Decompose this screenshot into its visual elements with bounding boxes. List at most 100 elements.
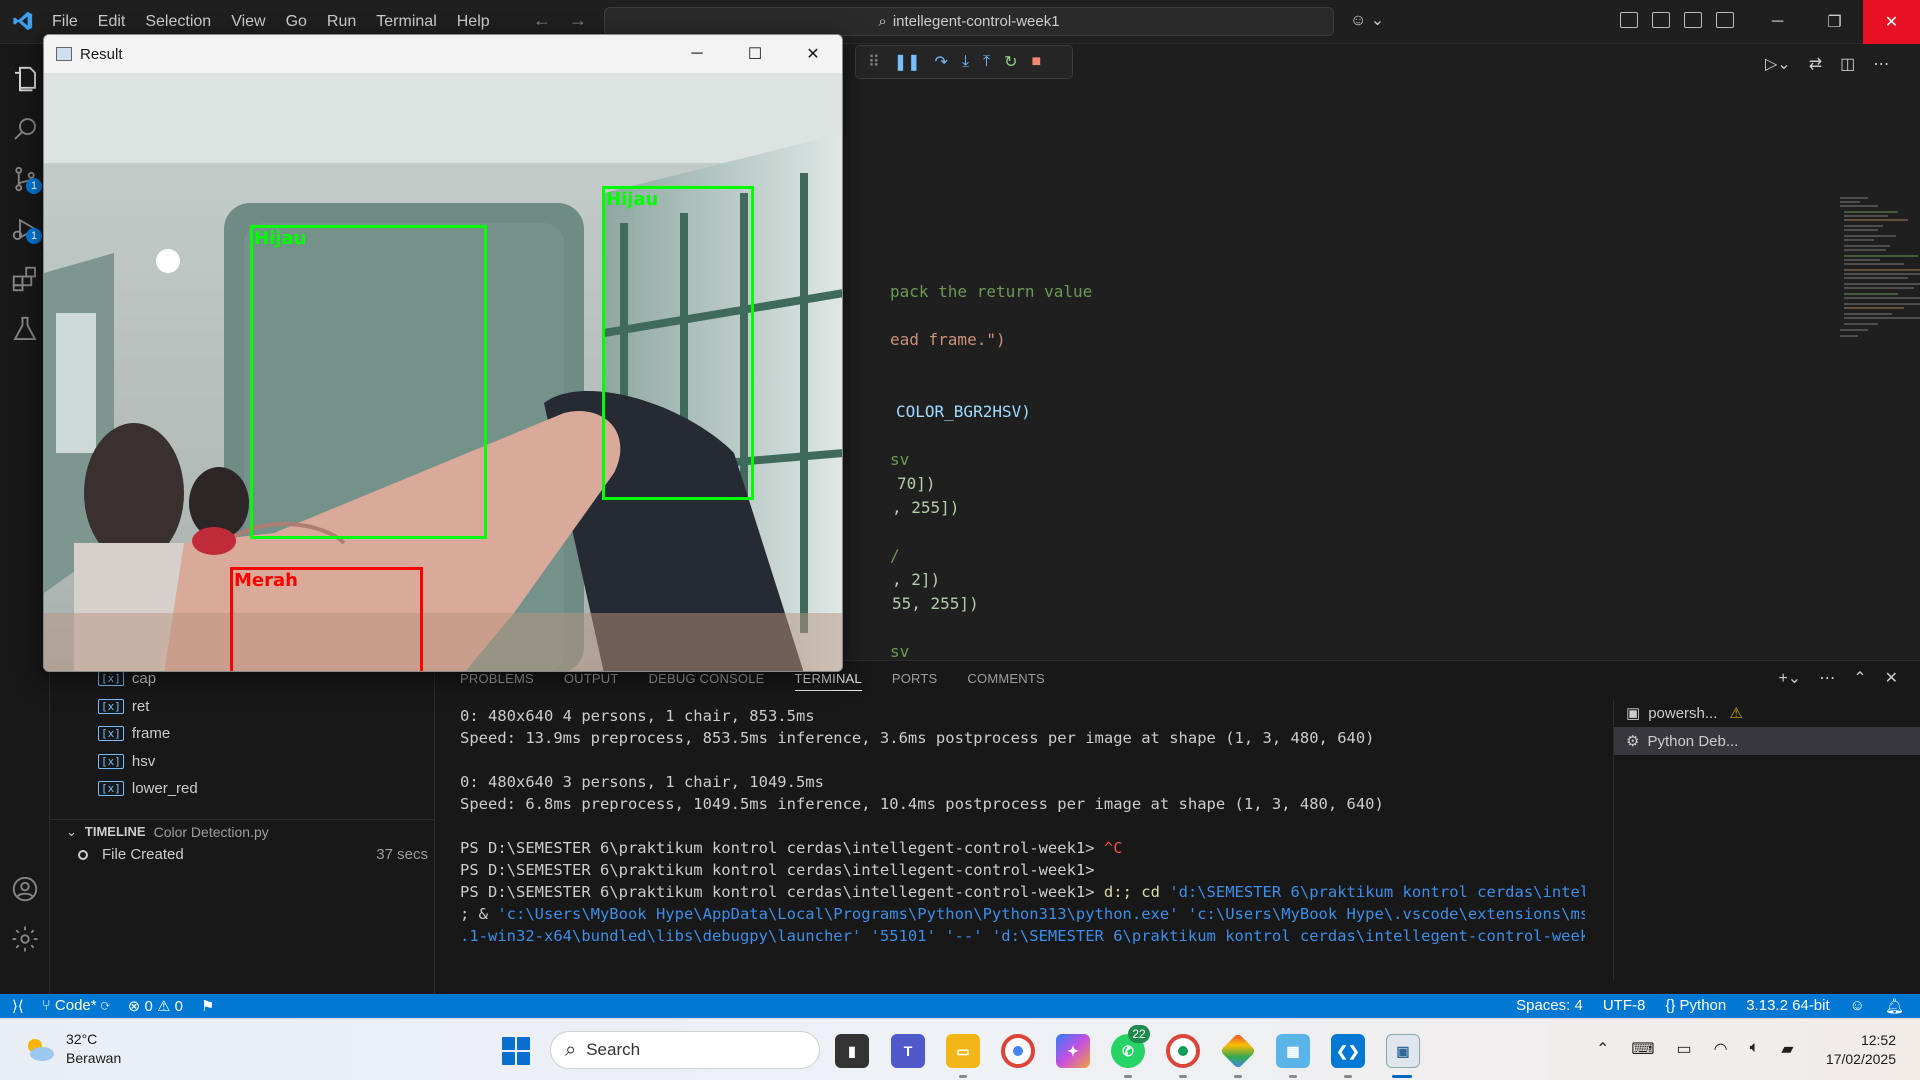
toggle-panel-icon[interactable]	[1684, 12, 1702, 28]
settings-gear-icon[interactable]	[0, 914, 50, 964]
code-line: 55, 255])	[892, 594, 979, 613]
encoding-indicator[interactable]: UTF-8	[1603, 997, 1646, 1015]
warning-icon: ⚠	[1729, 705, 1743, 722]
taskbar-search[interactable]: ⌕ Search	[550, 1031, 820, 1069]
vscode-taskbar-icon[interactable]: ❮❯	[1331, 1034, 1365, 1068]
menu-help[interactable]: Help	[457, 13, 490, 31]
python-window-icon[interactable]: ▣	[1386, 1034, 1420, 1068]
remote-icon[interactable]: ⟩⟨	[12, 997, 24, 1015]
variable-item[interactable]: [x] frame	[98, 725, 170, 742]
close-panel-icon[interactable]: ✕	[1885, 668, 1898, 688]
back-arrow-icon[interactable]: ←	[533, 10, 551, 31]
variable-item[interactable]: [x] ret	[98, 698, 149, 715]
battery-icon[interactable]: ▰	[1781, 1039, 1793, 1059]
menu-run[interactable]: Run	[327, 13, 356, 31]
new-terminal-icon[interactable]: +⌄	[1778, 668, 1801, 688]
minimize-icon[interactable]: ─	[668, 35, 726, 73]
wifi-icon[interactable]: ◠	[1714, 1039, 1728, 1059]
debug-status-icon[interactable]: ⚑	[201, 997, 214, 1015]
run-python-icon[interactable]: ▷⌄	[1765, 54, 1791, 74]
gemini-app-icon[interactable]	[1219, 1032, 1257, 1070]
task-view-icon[interactable]: ▮	[835, 1034, 869, 1068]
terminal-output[interactable]: 0: 480x640 4 persons, 1 chair, 853.5ms S…	[460, 705, 1585, 947]
terminal-icon: ▣	[1626, 705, 1641, 722]
copilot-status-icon[interactable]: ☺	[1850, 997, 1865, 1015]
variable-item[interactable]: [x] lower_red	[98, 780, 198, 797]
running-indicator	[1179, 1075, 1187, 1078]
restore-icon[interactable]: ❐	[1806, 0, 1863, 44]
keyboard-icon[interactable]: ⌨	[1631, 1039, 1654, 1059]
copilot-icon[interactable]: ☺ ⌄	[1350, 10, 1384, 30]
tab-problems[interactable]: PROBLEMS	[460, 671, 534, 686]
timeline-item[interactable]: File Created 37 secs	[78, 846, 428, 863]
step-over-icon[interactable]: ↷	[935, 52, 948, 72]
toggle-secondary-sidebar-icon[interactable]	[1716, 12, 1734, 28]
terminal-line: .1-win32-x64\bundled\libs\debugpy\launch…	[460, 927, 1585, 945]
close-icon[interactable]: ✕	[784, 35, 842, 73]
tab-ports[interactable]: PORTS	[892, 671, 938, 686]
menu-go[interactable]: Go	[286, 13, 307, 31]
volume-icon[interactable]: 🔈︎	[1750, 1039, 1760, 1059]
branch-indicator[interactable]: ⑂ Code* ⟳	[42, 997, 110, 1015]
layout-controls	[1620, 12, 1734, 28]
weather-widget[interactable]: 32°C Berawan	[22, 1030, 121, 1068]
terminal-instance-python-debug[interactable]: ⚙ Python Deb...	[1614, 727, 1920, 755]
pause-icon[interactable]: ❚❚	[894, 52, 921, 72]
code-line: COLOR_BGR2HSV)	[896, 402, 1031, 421]
tab-debug-console[interactable]: DEBUG CONSOLE	[649, 671, 765, 686]
terminal-line: 0: 480x640 3 persons, 1 chair, 1049.5ms	[460, 773, 824, 791]
interpreter-indicator[interactable]: 3.13.2 64-bit	[1746, 997, 1829, 1015]
drag-handle-icon[interactable]: ⠿	[868, 52, 880, 72]
copilot-app-icon[interactable]: ✦	[1056, 1034, 1090, 1068]
timeline-file: Color Detection.py	[153, 823, 269, 840]
restart-icon[interactable]: ↻	[1004, 52, 1017, 72]
toggle-sidebar-icon[interactable]	[1652, 12, 1670, 28]
step-out-icon[interactable]: ⤒	[983, 53, 990, 71]
chrome-profile-icon[interactable]	[1166, 1034, 1200, 1068]
photos-app-icon[interactable]: ▦	[1276, 1034, 1310, 1068]
command-center-search[interactable]: ⌕ intellegent-control-week1	[604, 7, 1334, 36]
tab-comments[interactable]: COMMENTS	[967, 671, 1044, 686]
panel-actions: +⌄ ⋯ ⌃ ✕	[1778, 668, 1898, 688]
taskbar: 32°C Berawan ⌕ Search ▮ T ▭ ✦ ✆ 22 ▦ ❮❯ …	[0, 1018, 1920, 1080]
more-actions-icon[interactable]: ⋯	[1873, 54, 1889, 74]
split-editor-icon[interactable]: ◫	[1840, 54, 1855, 74]
tab-output[interactable]: OUTPUT	[564, 671, 619, 686]
menu-file[interactable]: File	[52, 13, 78, 31]
problems-indicator[interactable]: ⊗ 0 ⚠ 0	[128, 997, 183, 1015]
minimize-icon[interactable]: ─	[1749, 0, 1806, 44]
menu-terminal[interactable]: Terminal	[376, 13, 436, 31]
menu-edit[interactable]: Edit	[98, 13, 126, 31]
result-window[interactable]: Result ─ ☐ ✕ Hijau Hijau Merah	[43, 34, 843, 672]
customize-layout-icon[interactable]	[1620, 12, 1638, 28]
teams-icon[interactable]: T	[891, 1034, 925, 1068]
chrome-icon[interactable]	[1001, 1034, 1035, 1068]
minimap[interactable]	[1838, 194, 1920, 354]
menu-selection[interactable]: Selection	[145, 13, 211, 31]
terminal-instance-powershell[interactable]: ▣ powersh... ⚠	[1614, 699, 1920, 727]
camera-frame: Hijau Hijau Merah	[44, 73, 842, 671]
display-icon[interactable]: ▭	[1677, 1039, 1692, 1059]
variable-item[interactable]: [x] cap	[98, 670, 156, 687]
start-button[interactable]	[502, 1037, 530, 1065]
forward-arrow-icon[interactable]: →	[569, 10, 587, 31]
code-line: /	[890, 546, 900, 565]
file-explorer-icon[interactable]: ▭	[946, 1034, 980, 1068]
compare-changes-icon[interactable]: ⇄	[1809, 54, 1822, 74]
close-icon[interactable]: ✕	[1863, 0, 1920, 44]
language-indicator[interactable]: {} Python	[1665, 997, 1726, 1015]
menu-view[interactable]: View	[231, 13, 265, 31]
taskbar-clock[interactable]: 12:52 17/02/2025	[1826, 1031, 1896, 1069]
show-hidden-icons-icon[interactable]: ⌃	[1596, 1039, 1609, 1059]
more-actions-icon[interactable]: ⋯	[1819, 668, 1835, 688]
stop-icon[interactable]: ■	[1032, 53, 1042, 71]
variable-item[interactable]: [x] hsv	[98, 753, 155, 770]
maximize-panel-icon[interactable]: ⌃	[1853, 668, 1866, 688]
timeline-header[interactable]: ⌄ TIMELINE Color Detection.py	[50, 819, 435, 843]
terminal-line: Speed: 6.8ms preprocess, 1049.5ms infere…	[460, 795, 1384, 813]
step-into-icon[interactable]: ⤓	[962, 53, 969, 71]
maximize-icon[interactable]: ☐	[726, 35, 784, 73]
notifications-bell-icon[interactable]: 🔔︎	[1885, 997, 1904, 1015]
indentation-indicator[interactable]: Spaces: 4	[1516, 997, 1583, 1015]
accounts-icon[interactable]	[0, 864, 50, 914]
